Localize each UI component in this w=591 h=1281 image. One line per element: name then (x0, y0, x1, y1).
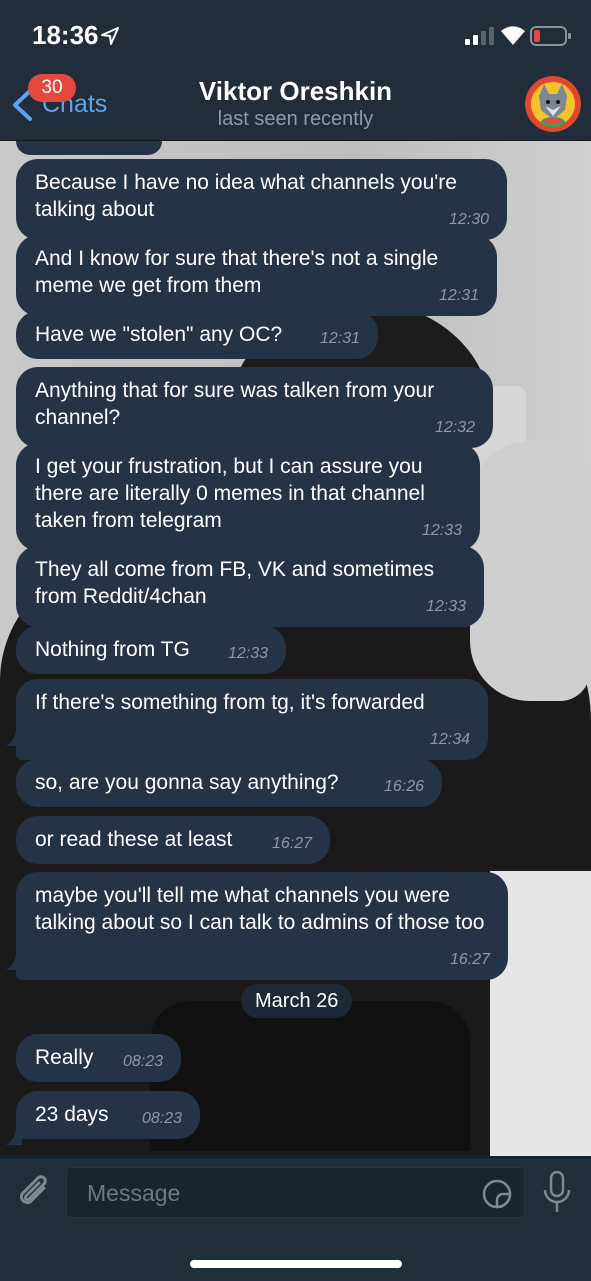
message-text: And I know for sure that there's not a s… (35, 247, 439, 297)
message-bubble[interactable] (16, 141, 162, 155)
message-text: maybe you'll tell me what channels you w… (35, 884, 485, 934)
message-text: I get your frustration, but I can assure… (35, 455, 425, 532)
chat-title[interactable]: Viktor Oreshkin (0, 76, 591, 107)
wallpaper-shape (470, 441, 590, 701)
message-bubble[interactable]: Anything that for sure was talken from y… (16, 367, 493, 448)
message-text: Nothing from TG (35, 638, 190, 661)
home-indicator[interactable] (190, 1260, 402, 1268)
bubble-tail (6, 952, 22, 970)
message-time: 08:23 (122, 1053, 163, 1070)
wifi-icon (501, 26, 525, 45)
message-bubble[interactable]: maybe you'll tell me what channels you w… (16, 872, 508, 980)
message-text: Because I have no idea what channels you… (35, 171, 457, 221)
message-text: If there's something from tg, it's forwa… (35, 691, 425, 714)
message-bubble[interactable]: Really 08:23 (16, 1034, 181, 1082)
message-time: 12:31 (438, 287, 479, 304)
message-input-bar: Message (0, 1157, 591, 1281)
last-seen-status: last seen recently (217, 108, 374, 130)
location-arrow-icon (101, 27, 119, 45)
bubble-tail (6, 1127, 22, 1145)
message-text: so, are you gonna say anything? (35, 771, 339, 794)
message-text: Anything that for sure was talken from y… (35, 379, 435, 429)
message-time: 12:32 (434, 419, 475, 436)
bubble-tail (6, 728, 22, 746)
message-text: Really (35, 1046, 94, 1069)
message-time: 12:33 (425, 598, 466, 615)
message-placeholder: Message (87, 1180, 181, 1206)
message-time: 16:26 (383, 778, 424, 795)
wolf-avatar-icon (525, 76, 581, 132)
status-time: 18:36 (32, 20, 99, 50)
wallpaper-shape (150, 1001, 470, 1151)
message-time: 12:33 (421, 522, 462, 539)
message-text: They all come from FB, VK and sometimes … (35, 558, 435, 608)
message-time: 12:34 (429, 731, 470, 748)
message-bubble[interactable]: or read these at least 16:27 (16, 816, 330, 864)
paperclip-icon[interactable] (16, 1172, 52, 1214)
message-bubble[interactable]: If there's something from tg, it's forwa… (16, 679, 488, 760)
message-bubble[interactable]: I get your frustration, but I can assure… (16, 443, 480, 551)
battery-low-icon (530, 26, 571, 46)
cellular-signal-icon (465, 27, 494, 45)
message-bubble[interactable]: And I know for sure that there's not a s… (16, 235, 497, 316)
microphone-icon[interactable] (542, 1170, 572, 1214)
message-time: 08:23 (141, 1110, 182, 1127)
message-bubble[interactable]: Because I have no idea what channels you… (16, 159, 507, 240)
message-time: 12:30 (448, 211, 489, 228)
date-separator: March 26 (241, 984, 353, 1018)
message-text: or read these at least (35, 828, 233, 851)
message-bubble[interactable]: Have we "stolen" any OC? 12:31 (16, 311, 378, 359)
contact-avatar[interactable] (525, 76, 581, 132)
message-input[interactable]: Message (66, 1167, 525, 1218)
sticker-icon[interactable] (481, 1178, 513, 1210)
message-time: 12:31 (319, 330, 360, 347)
message-bubble[interactable]: so, are you gonna say anything? 16:26 (16, 759, 442, 807)
message-time: 12:33 (227, 645, 268, 662)
chat-header: 18:36 Chats 30 Viktor Oreshkin last seen… (0, 0, 591, 141)
message-bubble[interactable]: They all come from FB, VK and sometimes … (16, 546, 484, 627)
message-time: 16:27 (449, 951, 490, 968)
message-text: 23 days (35, 1103, 109, 1126)
message-text: Have we "stolen" any OC? (35, 323, 283, 346)
message-bubble[interactable]: Nothing from TG 12:33 (16, 626, 286, 674)
message-bubble[interactable]: 23 days 08:23 (16, 1091, 200, 1139)
message-time: 16:27 (271, 835, 312, 852)
